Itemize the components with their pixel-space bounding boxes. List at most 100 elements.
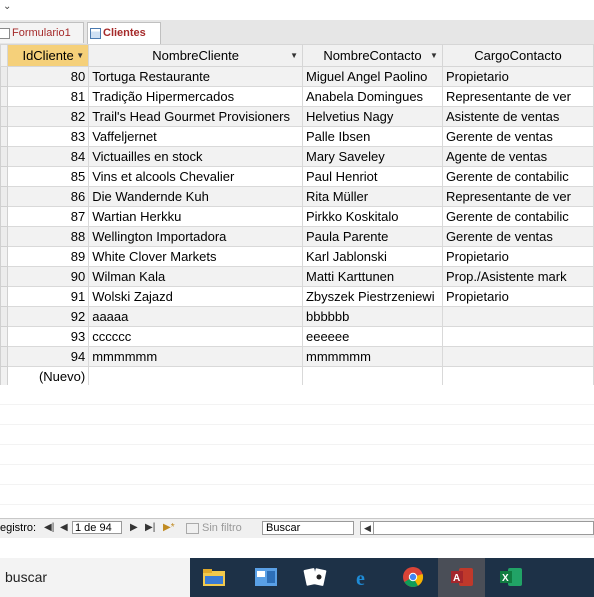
record-selector[interactable] (0, 86, 8, 107)
cell-idcliente[interactable]: 94 (6, 346, 90, 367)
table-row[interactable]: 85 Vins et alcools Chevalier Paul Henriot G… (0, 166, 594, 187)
cell-nombrecliente[interactable]: aaaaa (88, 306, 303, 327)
cell-idcliente[interactable]: 82 (6, 106, 90, 127)
table-row[interactable]: 80 Tortuga Restaurante Miguel Angel Paolin… (0, 66, 594, 87)
record-selector[interactable] (0, 66, 8, 87)
dropdown-arrow-icon[interactable]: ▼ (430, 51, 438, 60)
dropdown-arrow-icon[interactable]: ▼ (290, 51, 298, 60)
cell-cargocontacto[interactable]: Propietario (441, 286, 594, 307)
cell-nombrecontacto[interactable]: Mary Saveley (301, 146, 443, 167)
table-row[interactable]: 94 mmmmmm mmmmmm (0, 346, 594, 367)
scroll-left-icon[interactable]: ◀ (364, 523, 371, 534)
cell-nombrecliente[interactable]: Wolski Zajazd (88, 286, 303, 307)
cell-cargocontacto[interactable]: Gerente de ventas (441, 226, 594, 247)
cell-nombrecontacto[interactable]: Rita Müller (301, 186, 443, 207)
cell-nombrecliente[interactable]: cccccc (88, 326, 303, 347)
cell-idcliente[interactable]: 93 (6, 326, 90, 347)
cell-idcliente[interactable]: 87 (6, 206, 90, 227)
new-record-icon[interactable]: ▶* (163, 522, 175, 533)
cell-nombrecliente[interactable]: Tradição Hipermercados (88, 86, 303, 107)
table-row[interactable]: (Nuevo) (0, 366, 594, 387)
table-row[interactable]: 81 Tradição Hipermercados Anabela Domingue… (0, 86, 594, 107)
record-selector[interactable] (0, 246, 8, 267)
previous-record-icon[interactable]: ◀ (60, 522, 68, 533)
cell-cargocontacto[interactable]: Agente de ventas (441, 146, 594, 167)
record-selector[interactable] (0, 146, 8, 167)
cell-idcliente[interactable]: 92 (6, 306, 90, 327)
record-selector[interactable] (0, 306, 8, 327)
column-header-idcliente[interactable]: IdCliente ▼ (6, 44, 90, 67)
cell-cargocontacto[interactable] (441, 306, 594, 327)
solitaire-icon[interactable] (291, 558, 338, 597)
cell-nombrecliente[interactable]: Die Wandernde Kuh (88, 186, 303, 207)
cell-nombrecontacto[interactable]: Anabela Domingues (301, 86, 443, 107)
cell-nombrecontacto[interactable]: Palle Ibsen (301, 126, 443, 147)
record-selector[interactable] (0, 286, 8, 307)
current-record-field[interactable]: 1 de 94 (72, 521, 122, 534)
cell-cargocontacto[interactable]: Representante de ver (441, 86, 594, 107)
record-selector[interactable] (0, 106, 8, 127)
table-row[interactable]: 89 White Clover Markets Karl Jablonski Prop… (0, 246, 594, 267)
cell-nombrecontacto[interactable]: Paul Henriot (301, 166, 443, 187)
cell-nombrecontacto[interactable]: Matti Karttunen (301, 266, 443, 287)
cell-idcliente[interactable]: 89 (6, 246, 90, 267)
cell-idcliente[interactable]: 84 (6, 146, 90, 167)
chevron-down-icon[interactable]: ⌄ (3, 1, 11, 12)
table-row[interactable]: 86 Die Wandernde Kuh Rita Müller Representa… (0, 186, 594, 207)
cell-cargocontacto[interactable]: Gerente de contabilic (441, 206, 594, 227)
cell-nombrecliente[interactable] (88, 366, 303, 387)
internet-explorer-icon[interactable]: e (340, 558, 387, 597)
cell-cargocontacto[interactable] (441, 326, 594, 347)
cell-idcliente[interactable]: 88 (6, 226, 90, 247)
excel-icon[interactable]: X (487, 558, 534, 597)
table-row[interactable]: 83 Vaffeljernet Palle Ibsen Gerente de vent… (0, 126, 594, 147)
record-selector[interactable] (0, 326, 8, 347)
record-selector[interactable] (0, 266, 8, 287)
cell-nombrecliente[interactable]: Tortuga Restaurante (88, 66, 303, 87)
record-selector[interactable] (0, 366, 8, 387)
table-row[interactable]: 90 Wilman Kala Matti Karttunen Prop./Asiste… (0, 266, 594, 287)
cell-idcliente[interactable]: 85 (6, 166, 90, 187)
cell-idcliente[interactable]: 81 (6, 86, 90, 107)
cell-idcliente[interactable]: 83 (6, 126, 90, 147)
cell-nombrecliente[interactable]: Vins et alcools Chevalier (88, 166, 303, 187)
cell-cargocontacto[interactable] (441, 346, 594, 367)
record-selector[interactable] (0, 186, 8, 207)
cell-idcliente[interactable]: 80 (6, 66, 90, 87)
record-selector-header[interactable] (0, 44, 8, 67)
column-header-nombrecontacto[interactable]: NombreContacto ▼ (301, 44, 443, 67)
cell-nombrecontacto[interactable]: eeeeee (301, 326, 443, 347)
cell-nombrecontacto[interactable]: Miguel Angel Paolino (301, 66, 443, 87)
record-selector[interactable] (0, 226, 8, 247)
cell-idcliente[interactable]: 91 (6, 286, 90, 307)
filter-toggle[interactable]: Sin filtro (186, 522, 242, 534)
cell-nombrecliente[interactable]: Wartian Herkku (88, 206, 303, 227)
cell-cargocontacto[interactable]: Propietario (441, 66, 594, 87)
next-record-icon[interactable]: ▶ (130, 522, 138, 533)
record-selector[interactable] (0, 126, 8, 147)
cell-nombrecliente[interactable]: Wilman Kala (88, 266, 303, 287)
cell-nombrecontacto[interactable]: mmmmmm (301, 346, 443, 367)
column-header-nombrecliente[interactable]: NombreCliente ▼ (88, 44, 303, 67)
cell-nombrecliente[interactable]: mmmmmm (88, 346, 303, 367)
tab-formulario1[interactable]: Formulario1 (0, 22, 84, 43)
cell-nombrecontacto[interactable]: Paula Parente (301, 226, 443, 247)
cell-nombrecliente[interactable]: Victuailles en stock (88, 146, 303, 167)
cell-cargocontacto[interactable]: Propietario (441, 246, 594, 267)
cell-cargocontacto[interactable]: Gerente de ventas (441, 126, 594, 147)
table-row[interactable]: 84 Victuailles en stock Mary Saveley Agente… (0, 146, 594, 167)
dropdown-arrow-icon[interactable]: ▼ (76, 51, 84, 60)
cell-nombrecontacto[interactable]: bbbbbb (301, 306, 443, 327)
cell-cargocontacto[interactable]: Prop./Asistente mark (441, 266, 594, 287)
cell-nombrecontacto[interactable]: Helvetius Nagy (301, 106, 443, 127)
control-panel-icon[interactable] (242, 558, 289, 597)
cell-nombrecliente[interactable]: White Clover Markets (88, 246, 303, 267)
cell-cargocontacto[interactable]: Representante de ver (441, 186, 594, 207)
cell-nombrecontacto[interactable] (301, 366, 443, 387)
first-record-icon[interactable]: ◀​| (44, 522, 54, 533)
taskbar-search[interactable]: buscar (0, 558, 190, 597)
last-record-icon[interactable]: ▶| (145, 522, 155, 533)
chrome-icon[interactable] (389, 558, 436, 597)
horizontal-scrollbar[interactable]: ◀ (360, 521, 594, 535)
cell-cargocontacto[interactable]: Gerente de contabilic (441, 166, 594, 187)
